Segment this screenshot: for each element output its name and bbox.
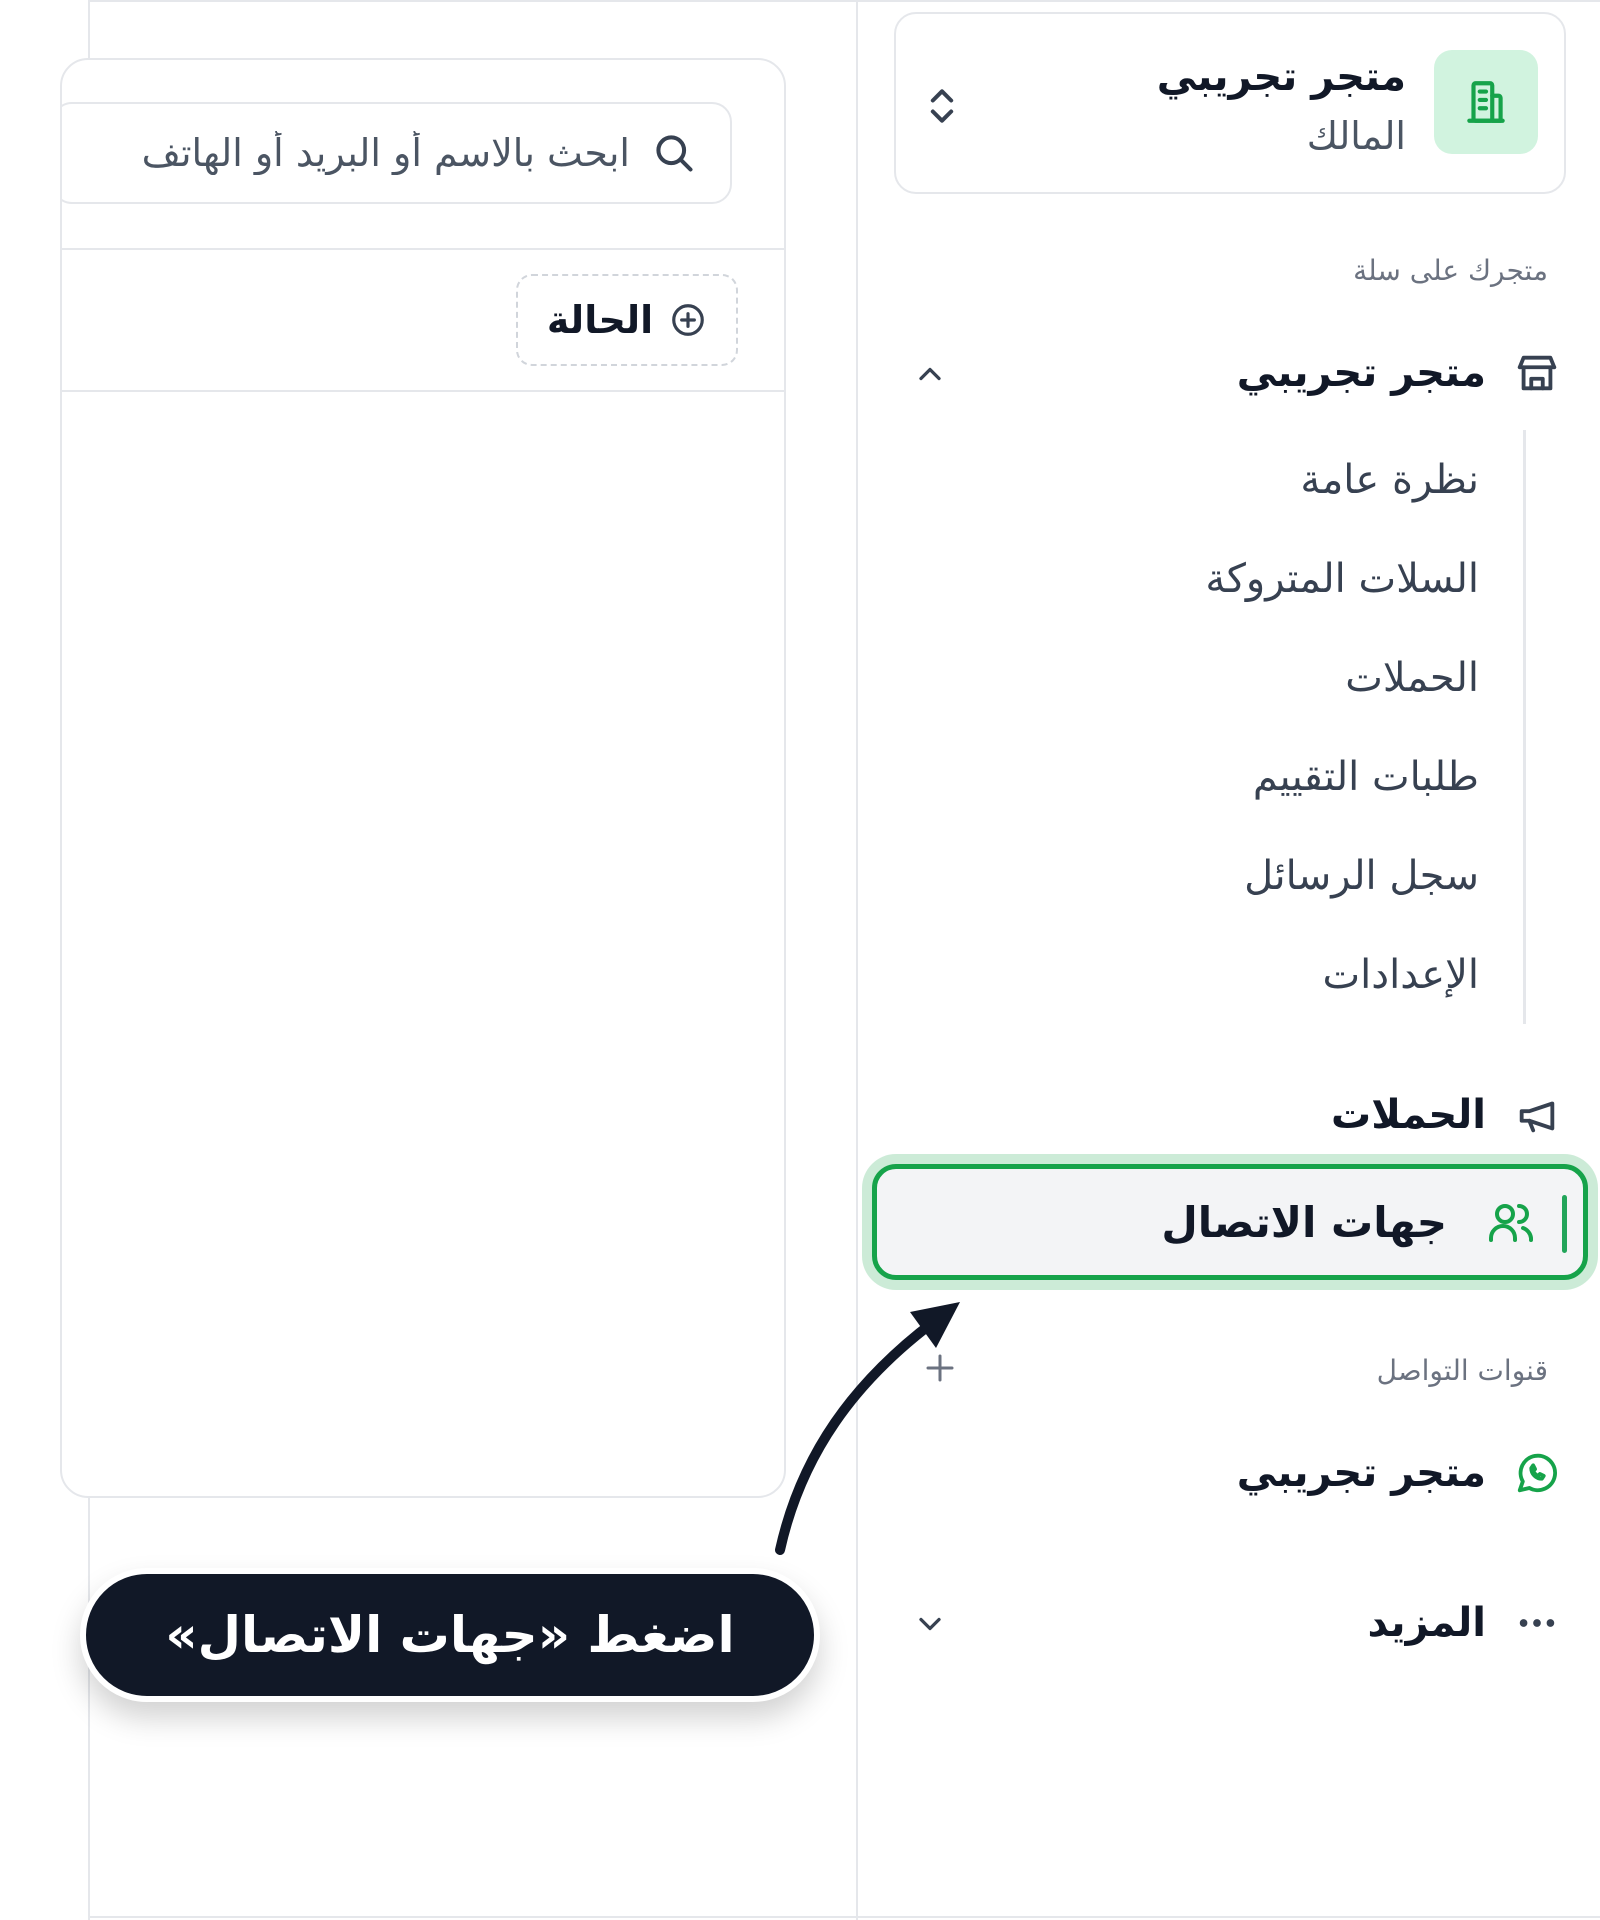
active-indicator bbox=[1562, 1195, 1567, 1253]
sidebar-item-store-campaigns[interactable]: الحملات bbox=[966, 628, 1523, 727]
sidebar-item-store-label: متجر تجريبي bbox=[1236, 350, 1486, 396]
sidebar-item-channel[interactable]: متجر تجريبي bbox=[1237, 1438, 1560, 1508]
status-filter-label: الحالة bbox=[546, 298, 654, 342]
annotation-arrow-icon bbox=[775, 1302, 960, 1555]
store-role: المالك bbox=[1306, 114, 1406, 158]
whatsapp-icon bbox=[1517, 1453, 1557, 1493]
annotation-text: اضغط «جهات الاتصال» bbox=[165, 1606, 735, 1664]
sidebar-item-message-log[interactable]: سجل الرسائل bbox=[966, 826, 1523, 925]
contacts-main-card: الحالة bbox=[60, 58, 786, 1498]
chevron-down-icon[interactable] bbox=[912, 1606, 948, 1642]
sidebar-item-settings[interactable]: الإعدادات bbox=[966, 925, 1523, 1024]
users-icon bbox=[1489, 1204, 1533, 1242]
section-label-store: متجرك على سلة bbox=[1353, 254, 1548, 287]
sidebar-item-campaigns-label: الحملات bbox=[1331, 1092, 1486, 1138]
chevron-up-icon[interactable] bbox=[912, 356, 948, 392]
sidebar-item-overview[interactable]: نظرة عامة bbox=[966, 430, 1523, 529]
sidebar-item-contacts[interactable]: جهات الاتصال bbox=[872, 1164, 1588, 1280]
section-label-channels: قنوات التواصل bbox=[1376, 1354, 1548, 1387]
sidebar-item-contacts-label: جهات الاتصال bbox=[1161, 1197, 1447, 1247]
frame-top-border bbox=[88, 0, 1600, 2]
sidebar-item-abandoned-carts[interactable]: السلات المتروكة bbox=[966, 529, 1523, 628]
sidebar-item-store[interactable]: متجر تجريبي bbox=[1237, 338, 1560, 408]
more-dots-icon bbox=[1519, 1619, 1555, 1627]
sidebar-item-review-requests[interactable]: طلبات التقييم bbox=[966, 727, 1523, 826]
search-box[interactable] bbox=[62, 102, 732, 204]
plus-circle-icon bbox=[672, 304, 704, 336]
sidebar-divider bbox=[856, 0, 858, 1920]
sidebar-item-campaigns[interactable]: الحملات bbox=[1331, 1080, 1560, 1150]
toolbar-divider-top bbox=[62, 248, 784, 250]
sidebar-item-more-label: المزيد bbox=[1367, 1600, 1486, 1646]
sidebar-item-channel-label: متجر تجريبي bbox=[1236, 1450, 1486, 1496]
search-icon bbox=[656, 135, 693, 172]
megaphone-icon bbox=[1519, 1101, 1555, 1133]
store-icon bbox=[1517, 355, 1557, 391]
frame-bottom-border bbox=[88, 1916, 1600, 1918]
annotation-callout: اضغط «جهات الاتصال» bbox=[80, 1568, 820, 1702]
store-name: متجر تجريبي bbox=[1156, 54, 1406, 100]
store-logo bbox=[1434, 50, 1538, 154]
store-switcher[interactable]: متجر تجريبي المالك bbox=[894, 12, 1566, 194]
sidebar-item-more[interactable]: المزيد bbox=[1367, 1588, 1560, 1658]
search-input[interactable] bbox=[70, 131, 630, 175]
building-icon bbox=[1467, 81, 1505, 123]
toolbar-divider-bottom bbox=[62, 390, 784, 392]
status-filter-button[interactable]: الحالة bbox=[516, 274, 738, 366]
chevrons-up-down-icon bbox=[930, 89, 954, 123]
store-submenu: نظرة عامة السلات المتروكة الحملات طلبات … bbox=[966, 430, 1526, 1024]
